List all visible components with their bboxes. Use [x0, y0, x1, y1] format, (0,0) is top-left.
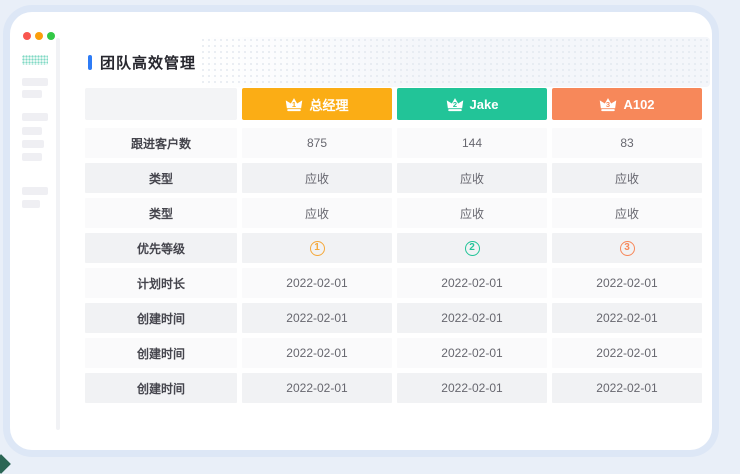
- row-label-cell: 跟进客户数: [85, 128, 237, 158]
- value-cell: 应收: [552, 163, 702, 193]
- value-cell: 2: [397, 233, 547, 263]
- crown-rank-icon: 1: [285, 97, 303, 112]
- row-label-cell: 类型: [85, 163, 237, 193]
- priority-badge: 1: [310, 241, 325, 256]
- section-header: 团队高效管理: [88, 52, 196, 73]
- page-title: 团队高效管理: [100, 52, 196, 73]
- column-header-label: A102: [623, 97, 654, 112]
- sidebar-item[interactable]: [22, 153, 42, 161]
- value-cell: 应收: [242, 198, 392, 228]
- value-cell: 应收: [242, 163, 392, 193]
- svg-text:1: 1: [292, 100, 296, 109]
- value-cell: 3: [552, 233, 702, 263]
- value-cell: 2022-02-01: [552, 303, 702, 333]
- value-cell: 2022-02-01: [242, 373, 392, 403]
- table-row: 类型 应收应收应收: [85, 198, 702, 228]
- table-row: 类型 应收应收应收: [85, 163, 702, 193]
- row-label-cell: 创建时间: [85, 373, 237, 403]
- sidebar-item[interactable]: [22, 200, 40, 208]
- table-header-row: 1 总经理 2 Jake 3 A102: [85, 88, 702, 120]
- value-cell: 2022-02-01: [552, 268, 702, 298]
- value-cell: 应收: [397, 163, 547, 193]
- priority-badge: 3: [620, 241, 635, 256]
- row-label-cell: 计划时长: [85, 268, 237, 298]
- column-header[interactable]: 1 总经理: [242, 88, 392, 120]
- value-cell: 1: [242, 233, 392, 263]
- crown-rank-icon: 2: [446, 97, 464, 112]
- row-label-cell: 创建时间: [85, 303, 237, 333]
- column-header-label: Jake: [470, 97, 499, 112]
- table-row: 创建时间 2022-02-012022-02-012022-02-01: [85, 373, 702, 403]
- table-row: 创建时间 2022-02-012022-02-012022-02-01: [85, 303, 702, 333]
- table-row: 创建时间 2022-02-012022-02-012022-02-01: [85, 338, 702, 368]
- table-row: 跟进客户数 87514483: [85, 128, 702, 158]
- sidebar-item-active[interactable]: [22, 55, 48, 65]
- value-cell: 2022-02-01: [242, 303, 392, 333]
- value-cell: 应收: [552, 198, 702, 228]
- crown-rank-icon: 3: [599, 97, 617, 112]
- value-cell: 144: [397, 128, 547, 158]
- row-label-cell: 优先等级: [85, 233, 237, 263]
- table-row: 计划时长 2022-02-012022-02-012022-02-01: [85, 268, 702, 298]
- value-cell: 2022-02-01: [552, 373, 702, 403]
- table-header-blank-cell: [85, 88, 237, 120]
- sidebar-item[interactable]: [22, 187, 48, 195]
- main-content: 团队高效管理 1 总经理 2 Jake 3 A102: [60, 12, 712, 450]
- sidebar-item[interactable]: [22, 78, 48, 86]
- value-cell: 2022-02-01: [552, 338, 702, 368]
- sidebar-item[interactable]: [22, 140, 44, 148]
- sidebar-item[interactable]: [22, 90, 42, 98]
- value-cell: 875: [242, 128, 392, 158]
- title-accent-bar: [88, 55, 92, 70]
- sidebar-item[interactable]: [22, 127, 42, 135]
- value-cell: 2022-02-01: [397, 268, 547, 298]
- priority-badge: 2: [465, 241, 480, 256]
- team-table: 1 总经理 2 Jake 3 A102 跟进客户数 87514483 类型 应收…: [85, 88, 702, 403]
- table-row: 优先等级 1 2 3: [85, 233, 702, 263]
- column-header-label: 总经理: [309, 95, 348, 114]
- value-cell: 2022-02-01: [242, 268, 392, 298]
- sidebar: [10, 12, 56, 450]
- value-cell: 2022-02-01: [397, 373, 547, 403]
- svg-text:3: 3: [606, 100, 610, 109]
- column-header[interactable]: 3 A102: [552, 88, 702, 120]
- background-accent: [0, 454, 11, 474]
- value-cell: 应收: [397, 198, 547, 228]
- row-label-cell: 类型: [85, 198, 237, 228]
- column-header[interactable]: 2 Jake: [397, 88, 547, 120]
- svg-text:2: 2: [452, 100, 456, 109]
- sidebar-item[interactable]: [22, 113, 48, 121]
- value-cell: 83: [552, 128, 702, 158]
- value-cell: 2022-02-01: [397, 338, 547, 368]
- app-window: 团队高效管理 1 总经理 2 Jake 3 A102: [10, 12, 712, 450]
- row-label-cell: 创建时间: [85, 338, 237, 368]
- decorative-texture: [200, 37, 710, 87]
- value-cell: 2022-02-01: [242, 338, 392, 368]
- value-cell: 2022-02-01: [397, 303, 547, 333]
